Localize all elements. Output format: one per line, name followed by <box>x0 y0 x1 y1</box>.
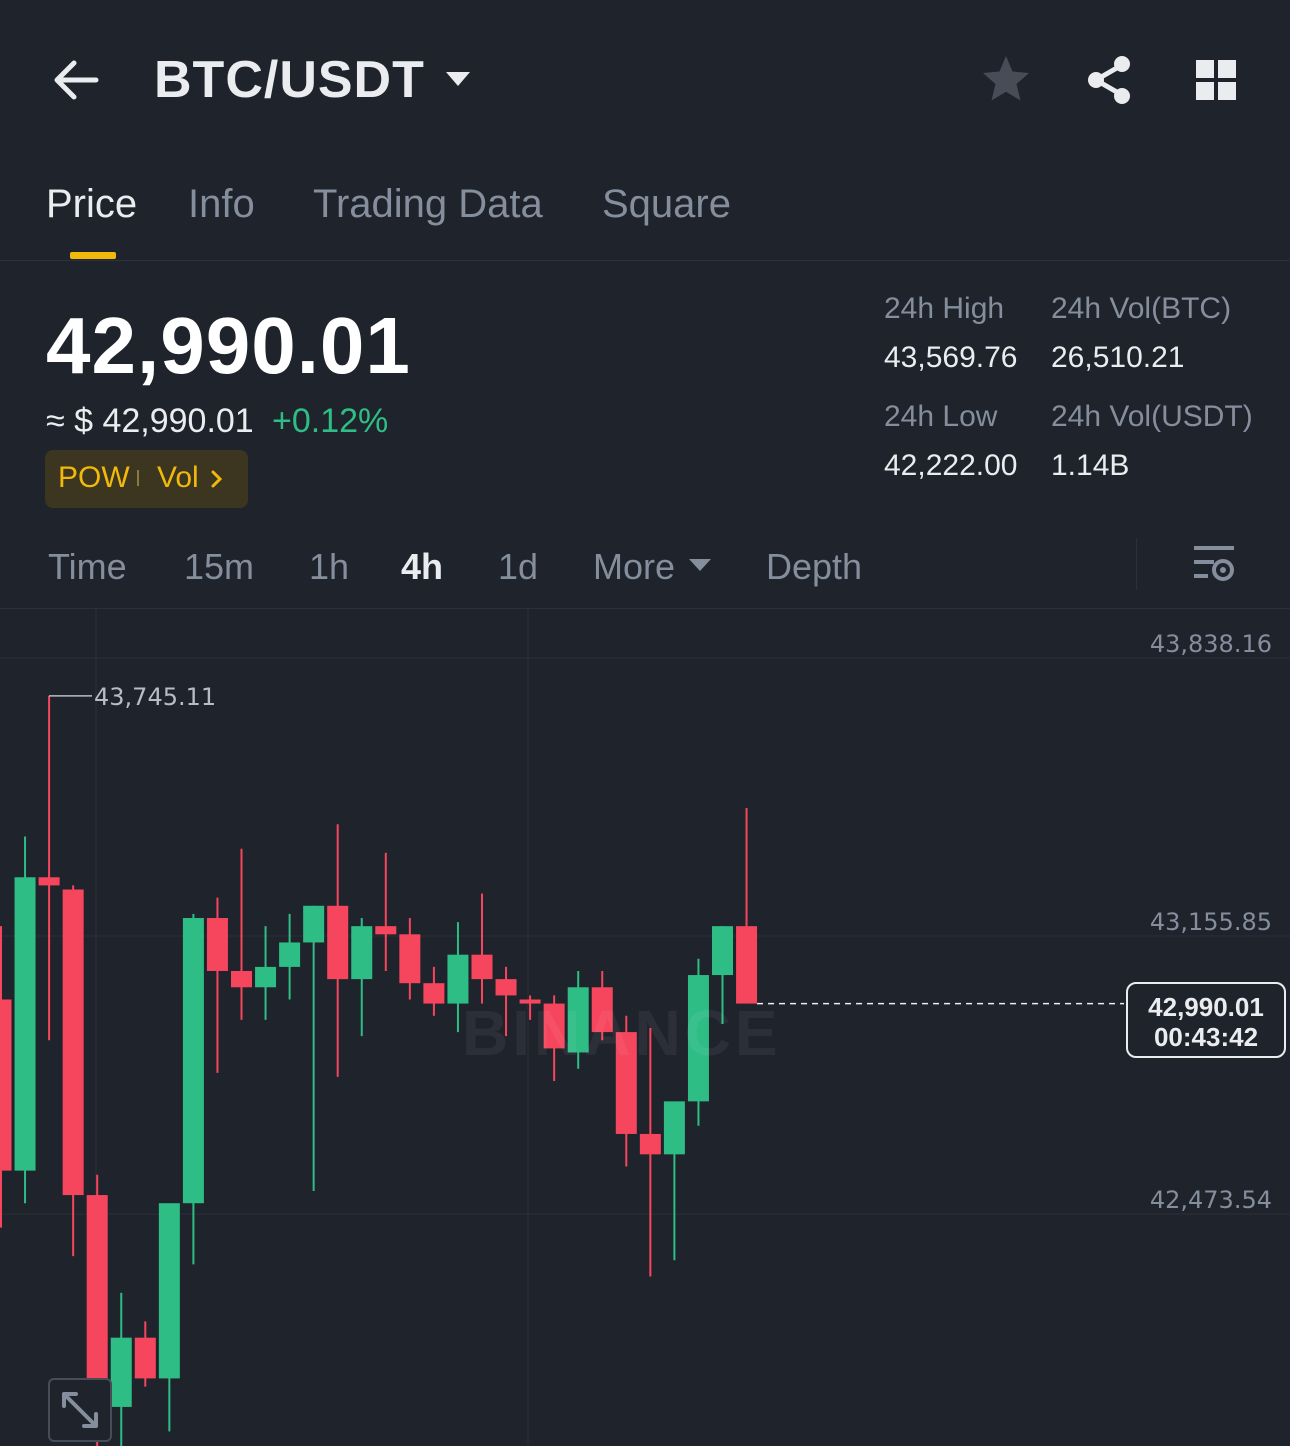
active-tab-indicator <box>70 252 116 259</box>
candle-up <box>14 836 36 1204</box>
candle-up <box>279 913 301 1000</box>
candle-down <box>471 893 493 1004</box>
stat-24h-vol-btc-value: 26,510.21 <box>1051 341 1185 374</box>
candle-up <box>303 905 325 1191</box>
tag-pow: POW <box>58 461 130 494</box>
chart-settings-icon[interactable] <box>1190 540 1238 588</box>
stat-24h-vol-usdt-label: 24h Vol(USDT) <box>1051 400 1253 433</box>
last-price: 42,990.01 <box>46 301 411 390</box>
watermark-logo: BINANCE <box>462 997 782 1069</box>
candle-down <box>231 848 252 1020</box>
candle-up <box>110 1292 132 1446</box>
candle-down <box>0 926 12 1228</box>
divider <box>1136 538 1137 590</box>
candle-down <box>134 1321 156 1387</box>
stat-24h-high-value: 43,569.76 <box>884 341 1018 374</box>
candle-down <box>327 824 349 1077</box>
interval-1h[interactable]: 1h <box>309 546 349 588</box>
star-icon[interactable] <box>978 52 1034 108</box>
candle-down <box>375 852 397 971</box>
price-change-percent: +0.12% <box>272 402 389 440</box>
stat-24h-vol-usdt-value: 1.14B <box>1051 449 1130 482</box>
share-icon[interactable] <box>1082 52 1138 108</box>
interval-15m[interactable]: 15m <box>184 546 254 588</box>
chart-candles <box>0 695 758 1446</box>
interval-1d[interactable]: 1d <box>498 546 538 588</box>
current-price-label: 42,990.01 <box>1148 992 1264 1022</box>
tab-info[interactable]: Info <box>188 182 255 227</box>
tab-price[interactable]: Price <box>46 182 137 227</box>
caret-down-icon[interactable] <box>688 556 712 574</box>
interval-time[interactable]: Time <box>48 546 127 588</box>
candle-down <box>62 885 84 1257</box>
tag-vol: Vol <box>157 461 199 494</box>
y-axis-tick-label: 42,473.54 <box>1150 1186 1272 1214</box>
candle-down <box>38 695 60 1041</box>
stat-24h-high-label: 24h High <box>884 292 1005 325</box>
divider <box>0 260 1290 261</box>
approx-usd-price: ≈ $ 42,990.01 <box>46 402 254 440</box>
back-arrow-icon[interactable] <box>48 52 104 108</box>
candle-up <box>663 1101 685 1261</box>
candle-up <box>255 926 277 1020</box>
expand-chart-button[interactable] <box>48 1378 112 1442</box>
caret-down-icon[interactable] <box>444 68 472 90</box>
y-axis-tick-label: 43,838.16 <box>1150 630 1272 658</box>
candle-down <box>399 918 421 1000</box>
pair-title[interactable]: BTC/USDT <box>154 50 425 110</box>
stat-24h-low-label: 24h Low <box>884 400 998 433</box>
high-marker-label: 43,745.11 <box>94 683 216 711</box>
interval-4h[interactable]: 4h <box>401 546 443 588</box>
tab-square[interactable]: Square <box>602 182 731 227</box>
chevron-right-icon <box>211 470 223 488</box>
stat-24h-low-value: 42,222.00 <box>884 449 1018 482</box>
interval-more[interactable]: More <box>593 546 675 588</box>
interval-depth[interactable]: Depth <box>766 546 862 588</box>
candle-down <box>206 897 228 1073</box>
candle-down <box>736 808 758 1004</box>
candle-up <box>158 1203 180 1432</box>
candle-up <box>351 918 373 1037</box>
expand-icon <box>62 1392 98 1428</box>
grid-icon[interactable] <box>1188 52 1244 108</box>
y-axis-tick-label: 43,155.85 <box>1150 908 1272 936</box>
stat-24h-vol-btc-label: 24h Vol(BTC) <box>1051 292 1232 325</box>
candle-countdown: 00:43:42 <box>1153 1022 1259 1052</box>
candle-up <box>182 913 204 1265</box>
tab-trading-data[interactable]: Trading Data <box>313 182 543 227</box>
candle-down <box>423 966 445 1016</box>
tag-separator <box>137 470 139 486</box>
